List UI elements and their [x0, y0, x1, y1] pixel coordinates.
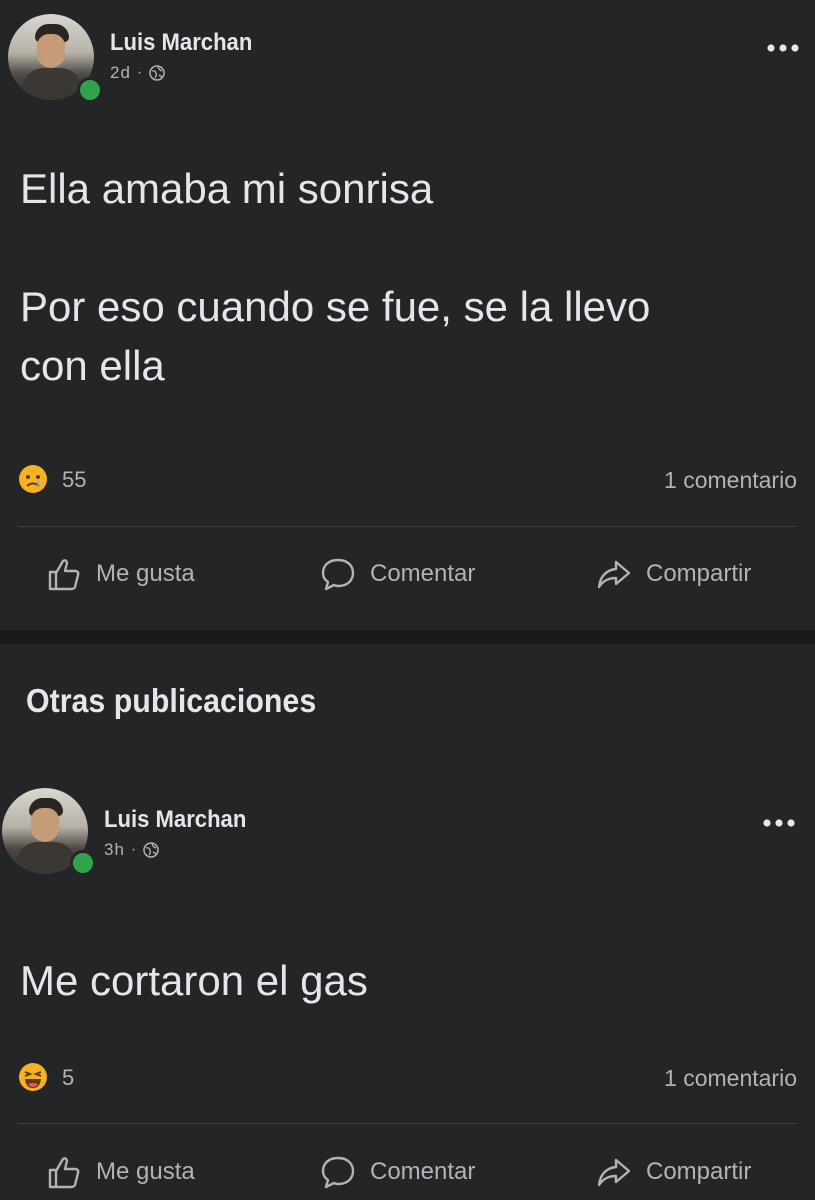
post-meta: 2d ·: [110, 63, 165, 83]
comment-label: Comentar: [370, 560, 476, 587]
reaction-count[interactable]: 55: [62, 467, 86, 493]
comment-label: Comentar: [370, 1158, 476, 1185]
section-title: Otras publicaciones: [26, 682, 317, 719]
comment-bubble-icon: [321, 558, 355, 591]
comment-button[interactable]: Comentar: [320, 556, 475, 592]
share-button[interactable]: Compartir: [596, 556, 751, 592]
post-text: Me cortaron el gas: [20, 957, 368, 1004]
like-label: Me gusta: [96, 560, 195, 587]
comment-bubble-icon: [321, 1156, 355, 1189]
meta-separator: ·: [130, 841, 138, 858]
share-arrow-icon: [597, 560, 631, 589]
divider: [18, 526, 797, 527]
like-button[interactable]: Me gusta: [46, 1154, 195, 1190]
more-options-icon[interactable]: [766, 43, 800, 53]
comment-count[interactable]: 1 comentario: [664, 1065, 797, 1092]
globe-icon: [143, 842, 159, 858]
share-button[interactable]: Compartir: [596, 1154, 751, 1190]
feed-separator: [0, 630, 815, 644]
author-name[interactable]: Luis Marchan: [104, 806, 246, 834]
share-arrow-icon: [597, 1158, 631, 1187]
divider: [18, 1123, 797, 1124]
like-button[interactable]: Me gusta: [46, 556, 195, 592]
share-label: Compartir: [646, 1158, 752, 1185]
post-card: Luis Marchan 3h · Me cortaron el gas 5 1…: [0, 768, 815, 1200]
thumbs-up-icon: [48, 1157, 80, 1189]
comment-button[interactable]: Comentar: [320, 1154, 475, 1190]
globe-icon: [149, 65, 165, 81]
online-status-dot: [77, 77, 103, 103]
author-name[interactable]: Luis Marchan: [110, 29, 252, 57]
share-label: Compartir: [646, 560, 752, 587]
post-text: Ella amaba mi sonrisa Por eso cuando se …: [20, 165, 651, 389]
more-options-icon[interactable]: [762, 818, 796, 828]
post-time[interactable]: 2d: [110, 63, 131, 83]
post-meta: 3h ·: [104, 840, 159, 860]
sad-emoji-icon[interactable]: [18, 464, 48, 494]
post-time[interactable]: 3h: [104, 840, 125, 860]
like-label: Me gusta: [96, 1158, 195, 1185]
haha-emoji-icon[interactable]: [18, 1062, 48, 1092]
meta-separator: ·: [136, 64, 144, 81]
reaction-count[interactable]: 5: [62, 1065, 74, 1091]
post-card: Luis Marchan 2d · Ella amaba mi sonrisa …: [0, 0, 815, 630]
online-status-dot: [70, 850, 96, 876]
comment-count[interactable]: 1 comentario: [664, 467, 797, 494]
thumbs-up-icon: [48, 559, 80, 591]
